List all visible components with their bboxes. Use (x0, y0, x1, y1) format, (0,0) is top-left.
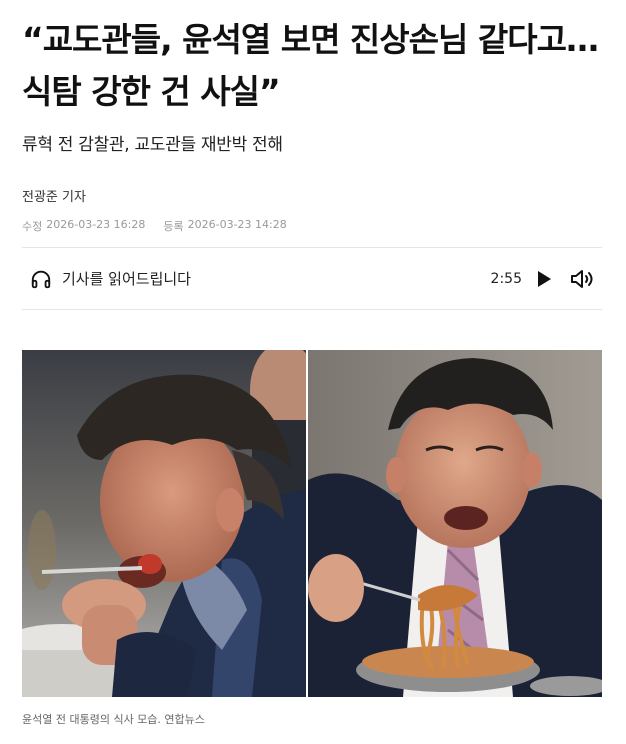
audio-duration: 2:55 (490, 270, 522, 287)
divider-bottom (22, 309, 602, 310)
headline: “교도관들, 윤석열 보면 진상손님 같다고…식탐 강한 건 사실” (22, 20, 599, 111)
play-icon[interactable] (536, 270, 552, 288)
photo-right (308, 350, 602, 697)
published-date: 등록 2026-03-23 14:28 (163, 218, 286, 234)
article-dates: 수정 2026-03-23 16:28 등록 2026-03-23 14:28 (22, 218, 287, 234)
photo-right-image (308, 350, 602, 697)
audio-label: 기사를 읽어드립니다 (62, 270, 191, 288)
photo-left-image (22, 350, 306, 697)
volume-icon[interactable] (570, 268, 596, 290)
modified-label: 수정 (22, 220, 43, 233)
headphones-icon (31, 270, 51, 288)
modified-time: 2026-03-23 16:28 (46, 218, 146, 231)
reporter-byline[interactable]: 전광준 기자 (22, 186, 86, 205)
published-time: 2026-03-23 14:28 (187, 218, 287, 231)
audio-player[interactable]: 기사를 읽어드립니다 2:55 (22, 248, 602, 309)
published-label: 등록 (163, 220, 184, 233)
photo-left (22, 350, 306, 697)
subtitle: 류혁 전 감찰관, 교도관들 재반박 전해 (22, 135, 283, 155)
photo-caption: 윤석열 전 대통령의 식사 모습. 연합뉴스 (22, 713, 205, 726)
modified-date: 수정 2026-03-23 16:28 (22, 218, 145, 234)
